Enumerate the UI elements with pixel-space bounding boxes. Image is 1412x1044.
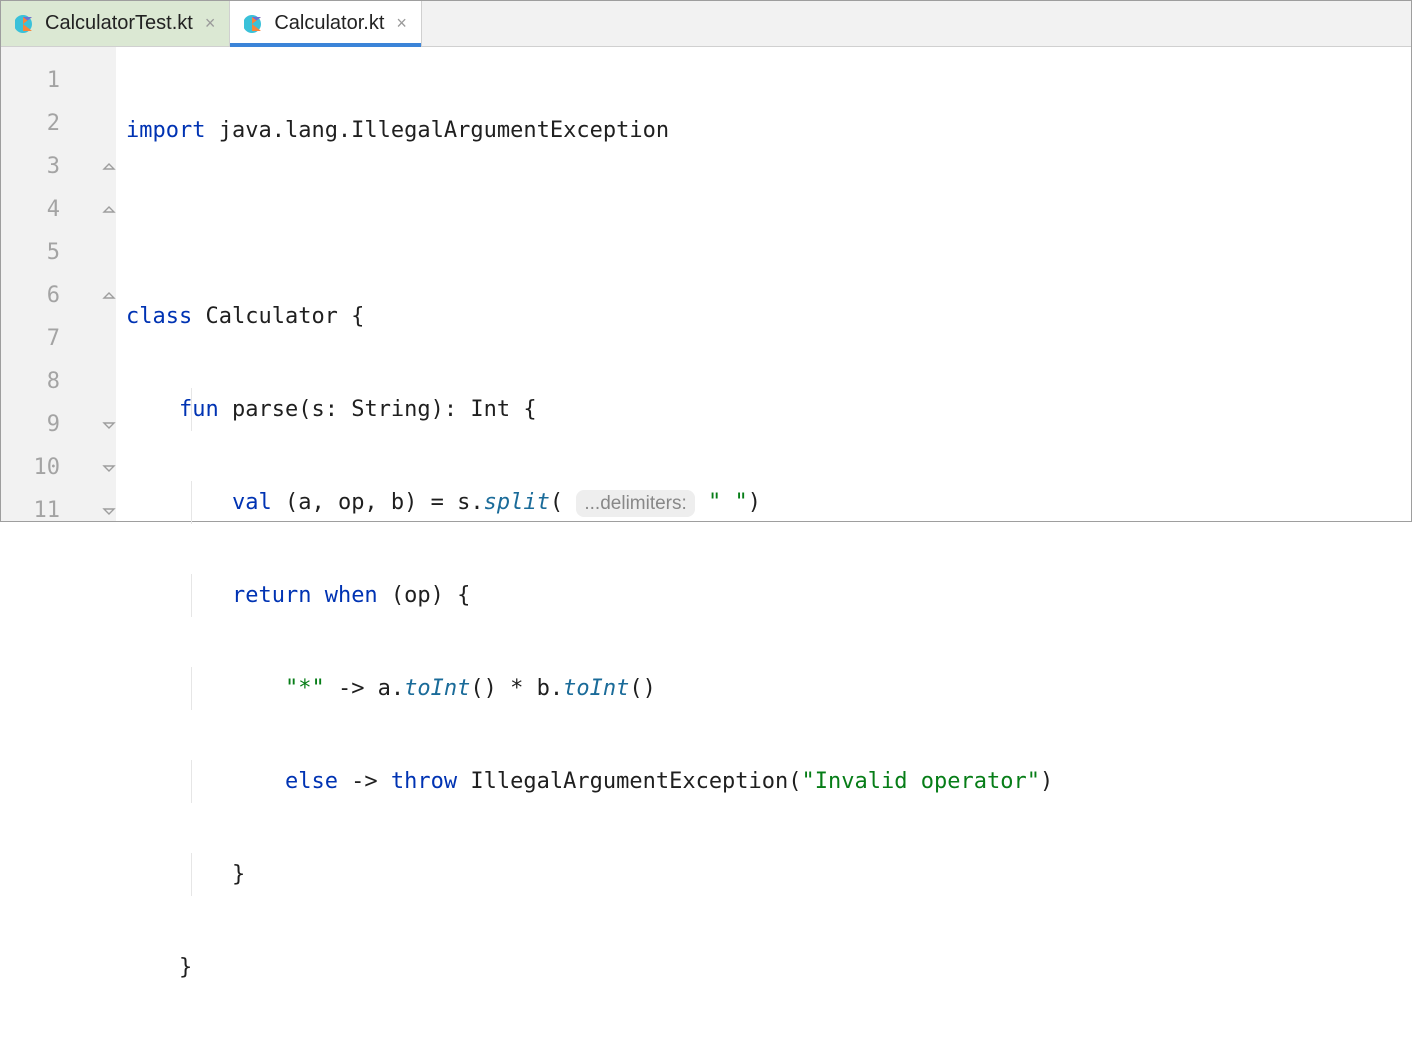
fold-open-icon[interactable] — [102, 289, 116, 303]
code-line: "*" -> a.toInt() * b.toInt() — [116, 667, 1411, 710]
code-line: val (a, op, b) = s.split( ...delimiters:… — [116, 481, 1411, 524]
line-number: 5 — [1, 231, 116, 274]
line-number: 10 — [1, 446, 116, 489]
code-line: import java.lang.IllegalArgumentExceptio… — [116, 109, 1411, 152]
line-number: 11 — [1, 489, 116, 532]
line-number: 6 — [1, 274, 116, 317]
line-number: 9 — [1, 403, 116, 446]
line-number: 2 — [1, 102, 116, 145]
code-line: class Calculator { — [116, 295, 1411, 338]
fold-close-icon[interactable] — [102, 461, 116, 475]
close-icon[interactable]: × — [392, 13, 407, 34]
close-icon[interactable]: × — [201, 13, 216, 34]
kotlin-file-icon — [244, 13, 266, 35]
line-number: 7 — [1, 317, 116, 360]
code-line — [116, 202, 1411, 245]
code-line: } — [116, 853, 1411, 896]
tab-calculatortest[interactable]: CalculatorTest.kt × — [1, 1, 230, 46]
line-number: 8 — [1, 360, 116, 403]
tab-bar: CalculatorTest.kt × Calculator.kt × — [1, 1, 1411, 47]
fold-close-icon[interactable] — [102, 504, 116, 518]
fold-close-icon[interactable] — [102, 418, 116, 432]
line-number: 3 — [1, 145, 116, 188]
code-line: fun parse(s: String): Int { — [116, 388, 1411, 431]
line-number: 4 — [1, 188, 116, 231]
code-line: else -> throw IllegalArgumentException("… — [116, 760, 1411, 803]
fold-open-icon[interactable] — [102, 160, 116, 174]
tab-calculator[interactable]: Calculator.kt × — [230, 1, 422, 46]
code-line: } — [116, 946, 1411, 989]
gutter: 1 2 3 4 5 6 7 8 9 10 11 — [1, 47, 116, 521]
tab-label: Calculator.kt — [274, 12, 384, 35]
editor: 1 2 3 4 5 6 7 8 9 10 11 import java.lang… — [1, 47, 1411, 521]
tab-label: CalculatorTest.kt — [45, 12, 193, 35]
code-area[interactable]: import java.lang.IllegalArgumentExceptio… — [116, 47, 1411, 521]
code-line: } — [116, 1039, 1411, 1044]
kotlin-file-icon — [15, 13, 37, 35]
code-line: return when (op) { — [116, 574, 1411, 617]
line-number: 1 — [1, 59, 116, 102]
parameter-hint: ...delimiters: — [576, 490, 694, 517]
fold-open-icon[interactable] — [102, 203, 116, 217]
